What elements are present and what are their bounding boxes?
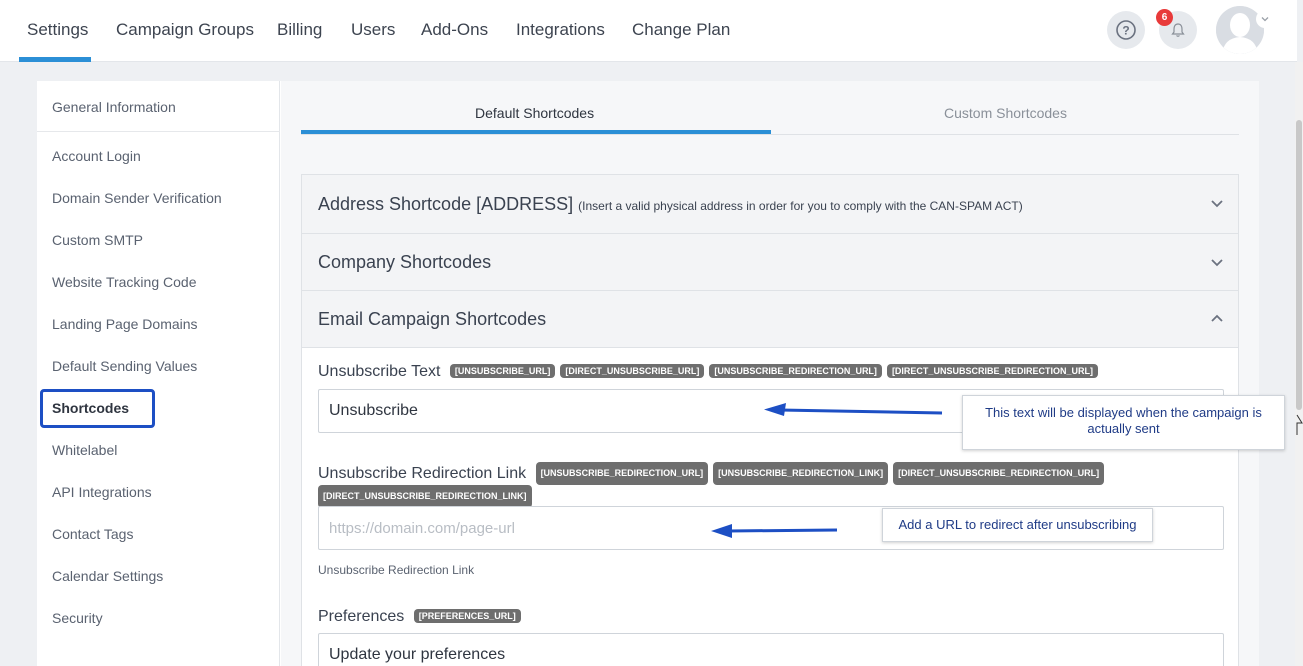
accordion-email-campaign-shortcodes[interactable]: Email Campaign Shortcodes bbox=[301, 290, 1239, 348]
accordion-address-note: (Insert a valid physical address in orde… bbox=[578, 199, 1023, 213]
sidebar-item-contact-tags[interactable]: Contact Tags bbox=[52, 526, 133, 542]
sidebar-item-custom-smtp[interactable]: Custom SMTP bbox=[52, 232, 143, 248]
tab-active-indicator bbox=[301, 130, 771, 134]
sidebar-item-general-information[interactable]: General Information bbox=[52, 99, 176, 115]
sidebar-item-security[interactable]: Security bbox=[52, 610, 103, 626]
shortcode-tag[interactable]: [DIRECT_UNSUBSCRIBE_REDIRECTION_URL] bbox=[886, 364, 1098, 378]
account-menu-toggle[interactable] bbox=[1256, 10, 1274, 28]
nav-change-plan[interactable]: Change Plan bbox=[632, 20, 730, 40]
unsubscribe-redirect-label: Unsubscribe Redirection Link bbox=[318, 465, 527, 482]
preferences-value: Update your preferences bbox=[329, 646, 506, 663]
resize-cursor-icon bbox=[1296, 414, 1303, 435]
shortcodes-content: Default Shortcodes Custom Shortcodes Add… bbox=[281, 81, 1259, 666]
nav-add-ons[interactable]: Add-Ons bbox=[421, 20, 488, 40]
notification-badge: 6 bbox=[1156, 9, 1173, 26]
unsubscribe-text-value: Unsubscribe bbox=[329, 402, 418, 419]
preferences-label: Preferences bbox=[318, 608, 405, 625]
nav-active-indicator bbox=[19, 57, 91, 62]
tab-default-shortcodes[interactable]: Default Shortcodes bbox=[475, 105, 594, 121]
question-icon: ? bbox=[1116, 20, 1136, 40]
unsubscribe-redirect-help: Unsubscribe Redirection Link bbox=[318, 563, 475, 577]
chevron-down-icon[interactable] bbox=[1210, 196, 1224, 210]
nav-users[interactable]: Users bbox=[351, 20, 395, 40]
accordion-address-title: Address Shortcode [ADDRESS] bbox=[318, 194, 574, 214]
accordion-company-shortcodes[interactable]: Company Shortcodes bbox=[301, 233, 1239, 291]
unsubscribe-text-callout: This text will be displayed when the cam… bbox=[962, 395, 1285, 450]
nav-billing[interactable]: Billing bbox=[277, 20, 322, 40]
unsubscribe-text-label: Unsubscribe Text bbox=[318, 363, 441, 380]
shortcode-tabs: Default Shortcodes Custom Shortcodes bbox=[301, 81, 1239, 135]
accordion-email-title: Email Campaign Shortcodes bbox=[318, 309, 547, 329]
chevron-down-icon[interactable] bbox=[1210, 255, 1224, 269]
help-button[interactable]: ? bbox=[1107, 11, 1145, 49]
sidebar-item-website-tracking-code[interactable]: Website Tracking Code bbox=[52, 274, 196, 290]
tab-custom-shortcodes[interactable]: Custom Shortcodes bbox=[944, 105, 1067, 121]
bell-icon bbox=[1171, 23, 1185, 37]
nav-integrations[interactable]: Integrations bbox=[516, 20, 605, 40]
shortcode-tag[interactable]: [DIRECT_UNSUBSCRIBE_REDIRECTION_LINK] bbox=[318, 485, 532, 508]
shortcode-tag[interactable]: [DIRECT_UNSUBSCRIBE_URL] bbox=[560, 364, 705, 378]
sidebar-divider bbox=[37, 131, 280, 132]
page-scrollbar-thumb[interactable] bbox=[1296, 120, 1302, 410]
preferences-input[interactable]: Update your preferences bbox=[318, 633, 1224, 666]
annotation-arrow-icon bbox=[764, 403, 943, 416]
unsubscribe-text-label-row: Unsubscribe Text [UNSUBSCRIBE_URL] [DIREC… bbox=[318, 363, 1098, 381]
annotation-arrow-icon bbox=[711, 524, 838, 538]
unsubscribe-redirect-label-row: Unsubscribe Redirection Link [UNSUBSCRIB… bbox=[318, 462, 1118, 508]
accordion-address-title-wrap: Address Shortcode [ADDRESS] (Insert a va… bbox=[318, 194, 1023, 215]
chevron-down-icon bbox=[1261, 17, 1269, 22]
svg-text:?: ? bbox=[1122, 24, 1129, 38]
accordion-address-shortcode[interactable]: Address Shortcode [ADDRESS] (Insert a va… bbox=[301, 174, 1239, 234]
sidebar-item-calendar-settings[interactable]: Calendar Settings bbox=[52, 568, 163, 584]
nav-campaign-groups[interactable]: Campaign Groups bbox=[116, 20, 254, 40]
sidebar-item-account-login[interactable]: Account Login bbox=[52, 148, 141, 164]
accordion-company-title: Company Shortcodes bbox=[318, 252, 492, 272]
preferences-label-row: Preferences [PREFERENCES_URL] bbox=[318, 608, 521, 626]
unsubscribe-redirect-placeholder: https://domain.com/page-url bbox=[329, 520, 515, 537]
shortcode-tag[interactable]: [PREFERENCES_URL] bbox=[413, 609, 521, 623]
settings-sidebar: General Information Account Login Domain… bbox=[37, 81, 280, 666]
redirect-callout: Add a URL to redirect after unsubscribin… bbox=[882, 508, 1153, 542]
settings-card: General Information Account Login Domain… bbox=[37, 81, 1259, 666]
sidebar-item-api-integrations[interactable]: API Integrations bbox=[52, 484, 152, 500]
sidebar-item-default-sending-values[interactable]: Default Sending Values bbox=[52, 358, 197, 374]
shortcode-tag[interactable]: [UNSUBSCRIBE_REDIRECTION_URL] bbox=[535, 462, 709, 485]
chevron-up-icon[interactable] bbox=[1210, 312, 1224, 326]
shortcode-tag[interactable]: [DIRECT_UNSUBSCRIBE_REDIRECTION_URL] bbox=[893, 462, 1105, 485]
shortcode-tag[interactable]: [UNSUBSCRIBE_REDIRECTION_LINK] bbox=[713, 462, 889, 485]
sidebar-item-whitelabel[interactable]: Whitelabel bbox=[52, 442, 117, 458]
shortcode-tag[interactable]: [UNSUBSCRIBE_REDIRECTION_URL] bbox=[709, 364, 882, 378]
nav-settings[interactable]: Settings bbox=[27, 20, 88, 40]
top-nav: Settings Campaign Groups Billing Users A… bbox=[0, 0, 1297, 62]
sidebar-item-landing-page-domains[interactable]: Landing Page Domains bbox=[52, 316, 198, 332]
sidebar-item-shortcodes[interactable]: Shortcodes bbox=[52, 400, 129, 416]
shortcode-tag[interactable]: [UNSUBSCRIBE_URL] bbox=[449, 364, 556, 378]
sidebar-item-domain-sender-verification[interactable]: Domain Sender Verification bbox=[52, 190, 222, 206]
